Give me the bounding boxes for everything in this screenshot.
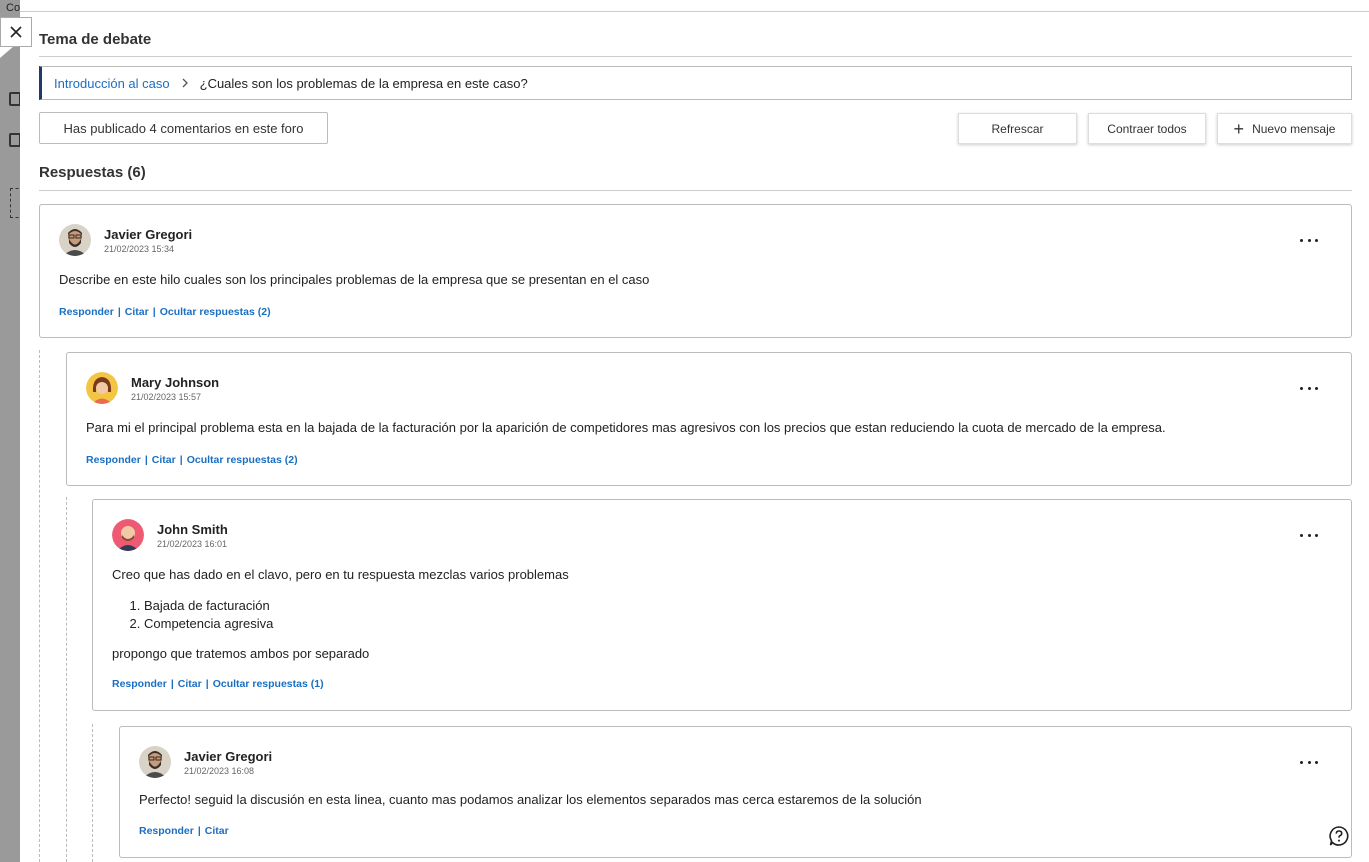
post-card: Javier Gregori 21/02/2023 16:08 Perfecto… (119, 726, 1352, 858)
avatar (86, 372, 118, 404)
post-card: Javier Gregori 21/02/2023 15:34 Describe… (39, 204, 1352, 338)
divider (39, 190, 1352, 191)
topic-heading: Tema de debate (39, 31, 152, 48)
refresh-button[interactable]: Refrescar (958, 113, 1077, 144)
post-actions: Responder | Citar | Ocultar respuestas (1) (112, 678, 324, 690)
post-card: John Smith 21/02/2023 16:01 Creo que has… (92, 499, 1352, 711)
more-options-icon[interactable] (1300, 757, 1318, 767)
post-author: John Smith (157, 522, 228, 537)
post-body: Describe en este hilo cuales son los pri… (59, 272, 650, 287)
help-icon[interactable] (1328, 825, 1350, 847)
post-author: Javier Gregori (184, 749, 273, 764)
divider (39, 56, 1352, 57)
more-options-icon[interactable] (1300, 530, 1318, 540)
post-card: Mary Johnson 21/02/2023 15:57 Para mi el… (66, 352, 1352, 486)
close-button[interactable] (0, 17, 32, 47)
post-date: 21/02/2023 16:08 (184, 766, 255, 776)
background-placeholder (10, 188, 20, 218)
background-icon (9, 92, 20, 106)
post-body: Perfecto! seguid la discusión en esta li… (139, 792, 922, 807)
quote-link[interactable]: Citar (152, 454, 176, 466)
new-message-button[interactable]: + Nuevo mensaje (1217, 113, 1352, 144)
breadcrumb: Introducción al caso ¿Cuales son los pro… (39, 66, 1352, 100)
post-list: Bajada de facturación Competencia agresi… (144, 597, 569, 633)
reply-link[interactable]: Responder (139, 825, 194, 837)
hide-replies-link[interactable]: Ocultar respuestas (2) (160, 306, 271, 318)
quote-link[interactable]: Citar (178, 678, 202, 690)
quote-link[interactable]: Citar (205, 825, 229, 837)
post-actions: Responder | Citar (139, 825, 229, 837)
post-actions: Responder | Citar | Ocultar respuestas (2) (59, 306, 271, 318)
post-date: 21/02/2023 15:57 (131, 392, 202, 402)
post-author: Mary Johnson (131, 375, 220, 390)
plus-icon: + (1233, 118, 1245, 139)
close-pointer (0, 46, 14, 58)
comment-count-status: Has publicado 4 comentarios en este foro (39, 112, 328, 144)
post-actions: Responder | Citar | Ocultar respuestas (2) (86, 454, 298, 466)
close-icon (10, 26, 22, 38)
post-date: 21/02/2023 16:01 (157, 539, 228, 549)
panel-top-bar (20, 0, 1369, 12)
collapse-all-button[interactable]: Contraer todos (1088, 113, 1206, 144)
post-text: propongo que tratemos ambos por separado (112, 646, 370, 661)
hide-replies-link[interactable]: Ocultar respuestas (2) (187, 454, 298, 466)
post-date: 21/02/2023 15:34 (104, 244, 175, 254)
quote-link[interactable]: Citar (125, 306, 149, 318)
post-body: Creo que has dado en el clavo, pero en t… (112, 566, 569, 663)
post-author: Javier Gregori (104, 227, 193, 242)
post-text: Creo que has dado en el clavo, pero en t… (112, 567, 569, 582)
responses-heading: Respuestas (6) (39, 164, 146, 181)
background-icon (9, 133, 20, 147)
reply-link[interactable]: Responder (86, 454, 141, 466)
post-body: Para mi el principal problema esta en la… (86, 420, 1166, 435)
reply-link[interactable]: Responder (59, 306, 114, 318)
background-text: Co (6, 2, 20, 14)
hide-replies-link[interactable]: Ocultar respuestas (1) (213, 678, 324, 690)
breadcrumb-current: ¿Cuales son los problemas de la empresa … (199, 75, 528, 91)
thread-line (66, 497, 67, 862)
forum-panel: Tema de debate Introducción al caso ¿Cua… (20, 0, 1369, 862)
more-options-icon[interactable] (1300, 383, 1318, 393)
avatar (112, 519, 144, 551)
avatar (139, 746, 171, 778)
list-item: Competencia agresiva (144, 615, 569, 633)
list-item: Bajada de facturación (144, 597, 569, 615)
thread-line (92, 724, 93, 862)
breadcrumb-link[interactable]: Introducción al caso (54, 76, 170, 91)
more-options-icon[interactable] (1300, 235, 1318, 245)
new-message-label: Nuevo mensaje (1252, 121, 1336, 136)
avatar (59, 224, 91, 256)
background-page-strip: Co (0, 0, 20, 862)
thread-line (39, 350, 40, 862)
chevron-right-icon (181, 78, 189, 88)
reply-link[interactable]: Responder (112, 678, 167, 690)
